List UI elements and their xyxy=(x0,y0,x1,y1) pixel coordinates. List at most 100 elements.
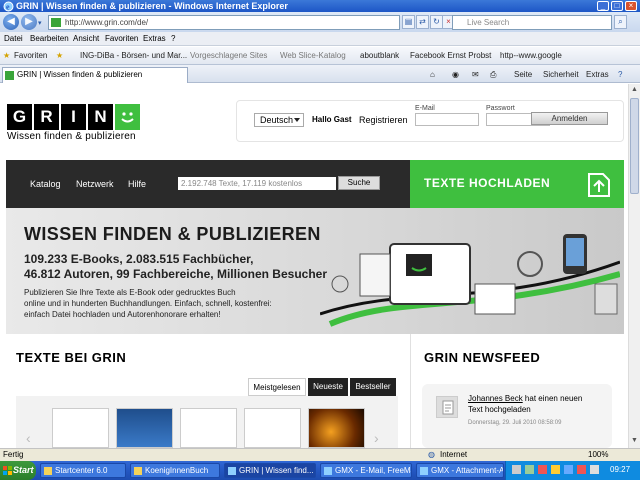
tray-icon[interactable] xyxy=(538,465,547,474)
logo-letter: N xyxy=(88,104,113,130)
news-author-link[interactable]: Johannes Beck xyxy=(468,394,523,403)
task-label: GRIN | Wissen find... xyxy=(239,466,314,475)
compat-view-icon[interactable]: ▤ xyxy=(402,15,415,29)
help-icon[interactable]: ? xyxy=(618,70,622,79)
book-cover[interactable] xyxy=(244,408,301,448)
print-icon[interactable]: ⎙ xyxy=(490,70,496,80)
fav-suggested-sites[interactable]: Vorgeschlagene Sites xyxy=(190,51,267,60)
task-gmx-mail[interactable]: GMX - E-Mail, FreeMail... xyxy=(320,463,412,478)
live-search-input[interactable]: Live Search xyxy=(452,15,612,30)
nav-netzwerk[interactable]: Netzwerk xyxy=(76,179,114,189)
start-label: Start xyxy=(13,465,34,475)
menu-ansicht[interactable]: Ansicht xyxy=(73,34,99,43)
page-menu[interactable]: Seite xyxy=(514,70,532,79)
security-zone: Internet xyxy=(440,450,468,459)
tray-icon[interactable] xyxy=(551,465,560,474)
language-select[interactable]: Deutsch xyxy=(254,113,304,127)
hero-illustration xyxy=(320,214,620,332)
book-cover[interactable] xyxy=(116,408,173,448)
zoom-level[interactable]: 100% xyxy=(588,449,608,461)
scroll-down-icon[interactable]: ▼ xyxy=(630,436,639,446)
go-icon[interactable]: ⇄ xyxy=(416,15,429,29)
close-button[interactable]: × xyxy=(625,1,637,11)
tab-neueste[interactable]: Neueste xyxy=(308,378,348,396)
volume-icon[interactable] xyxy=(590,465,599,474)
tray-icon[interactable] xyxy=(577,465,586,474)
email-field[interactable] xyxy=(415,113,479,126)
book-cover[interactable] xyxy=(308,408,365,448)
favicon-icon xyxy=(51,18,61,27)
menu-extras[interactable]: Extras xyxy=(143,34,166,43)
tab-grin[interactable]: GRIN | Wissen finden & publizieren xyxy=(2,67,188,83)
scroll-thumb[interactable] xyxy=(630,98,639,194)
mail-icon[interactable]: ✉ xyxy=(472,70,479,79)
upload-banner[interactable]: TEXTE HOCHLADEN xyxy=(410,160,624,208)
fav-facebook[interactable]: Facebook Ernst Probst xyxy=(410,51,491,60)
hero-title: WISSEN FINDEN & PUBLIZIEREN xyxy=(24,224,321,244)
upload-icon xyxy=(586,170,612,198)
tab-meistgelesen[interactable]: Meistgelesen xyxy=(248,378,306,396)
favorites-button[interactable]: Favoriten xyxy=(14,51,47,60)
carousel-next-icon[interactable]: › xyxy=(374,430,379,446)
forward-icon[interactable]: ▶ xyxy=(21,14,37,30)
menu-help[interactable]: ? xyxy=(171,34,175,43)
nav-katalog[interactable]: Katalog xyxy=(30,179,61,189)
minimize-button[interactable]: _ xyxy=(597,1,609,11)
menu-bar: Datei Bearbeiten Ansicht Favoriten Extra… xyxy=(0,32,640,46)
history-dropdown-icon[interactable]: ▾ xyxy=(38,19,42,27)
task-gmx-attachment[interactable]: GMX - Attachment-An... xyxy=(416,463,504,478)
fav-google[interactable]: http--www.google xyxy=(500,51,562,60)
add-favorite-icon[interactable]: ★ xyxy=(56,51,63,60)
fav-aboutblank[interactable]: aboutblank xyxy=(360,51,399,60)
feeds-icon[interactable]: ◉ xyxy=(452,70,459,79)
greeting: Hallo Gast xyxy=(312,115,352,124)
favicon-icon xyxy=(5,71,14,80)
search-icon[interactable]: ⌕ xyxy=(614,15,627,29)
menu-favoriten[interactable]: Favoriten xyxy=(105,34,138,43)
home-icon[interactable]: ⌂ xyxy=(430,70,435,79)
fav-ing-diba[interactable]: ING-DiBa - Börsen- und Mar... xyxy=(80,51,187,60)
ie-icon xyxy=(420,467,428,475)
column-divider xyxy=(410,334,411,448)
globe-icon: ◍ xyxy=(428,450,435,459)
menu-datei[interactable]: Datei xyxy=(4,34,23,43)
back-icon[interactable]: ◀ xyxy=(3,14,19,30)
nav-hilfe[interactable]: Hilfe xyxy=(128,179,146,189)
task-grin[interactable]: GRIN | Wissen find... xyxy=(224,463,316,478)
tray-icon[interactable] xyxy=(525,465,534,474)
book-cover[interactable] xyxy=(52,408,109,448)
logo-tagline: Wissen finden & publizieren xyxy=(7,131,136,142)
tray-icon[interactable] xyxy=(564,465,573,474)
safety-menu[interactable]: Sicherheit xyxy=(543,70,579,79)
favorites-bar: ★ Favoriten ★ ING-DiBa - Börsen- und Mar… xyxy=(0,47,640,65)
newsfeed-title: GRIN NEWSFEED xyxy=(424,350,541,365)
hero-desc-2: online und in hunderten Buchhandlungen. … xyxy=(24,299,272,308)
maximize-button[interactable]: □ xyxy=(611,1,623,11)
tab-row: GRIN | Wissen finden & publizieren ⌂ ◉ ✉… xyxy=(0,65,640,83)
tab-title: GRIN | Wissen finden & publizieren xyxy=(17,70,143,79)
site-search-input[interactable]: 2.192.748 Texte, 17.119 kostenlos xyxy=(178,177,336,190)
tray-icon[interactable] xyxy=(512,465,521,474)
page-scrollbar[interactable]: ▲ ▼ xyxy=(628,84,640,448)
status-bar: Fertig ◍ Internet 100% xyxy=(0,448,640,461)
chevron-down-icon xyxy=(294,118,300,122)
book-cover[interactable] xyxy=(180,408,237,448)
email-label: E-Mail xyxy=(415,105,435,112)
fav-web-slice[interactable]: Web Slice-Katalog xyxy=(280,51,346,60)
tab-bestseller[interactable]: Bestseller xyxy=(350,378,396,396)
scroll-up-icon[interactable]: ▲ xyxy=(630,85,639,95)
task-startcenter[interactable]: Startcenter 6.0 xyxy=(40,463,126,478)
carousel-prev-icon[interactable]: ‹ xyxy=(26,430,31,446)
logo-letter: I xyxy=(61,104,86,130)
logo-letter: G xyxy=(7,104,32,130)
clock: 09:27 xyxy=(610,465,631,474)
logo-letter: R xyxy=(34,104,59,130)
register-link[interactable]: Registrieren xyxy=(359,115,408,125)
task-koeniginnenbuch[interactable]: KoenigInnenBuch xyxy=(130,463,220,478)
site-search-button[interactable]: Suche xyxy=(338,176,380,190)
tools-menu[interactable]: Extras xyxy=(586,70,609,79)
menu-bearbeiten[interactable]: Bearbeiten xyxy=(30,34,69,43)
start-button[interactable]: Start xyxy=(0,461,36,480)
login-button[interactable]: Anmelden xyxy=(531,112,608,125)
address-bar[interactable]: http://www.grin.com/de/ xyxy=(48,15,400,30)
